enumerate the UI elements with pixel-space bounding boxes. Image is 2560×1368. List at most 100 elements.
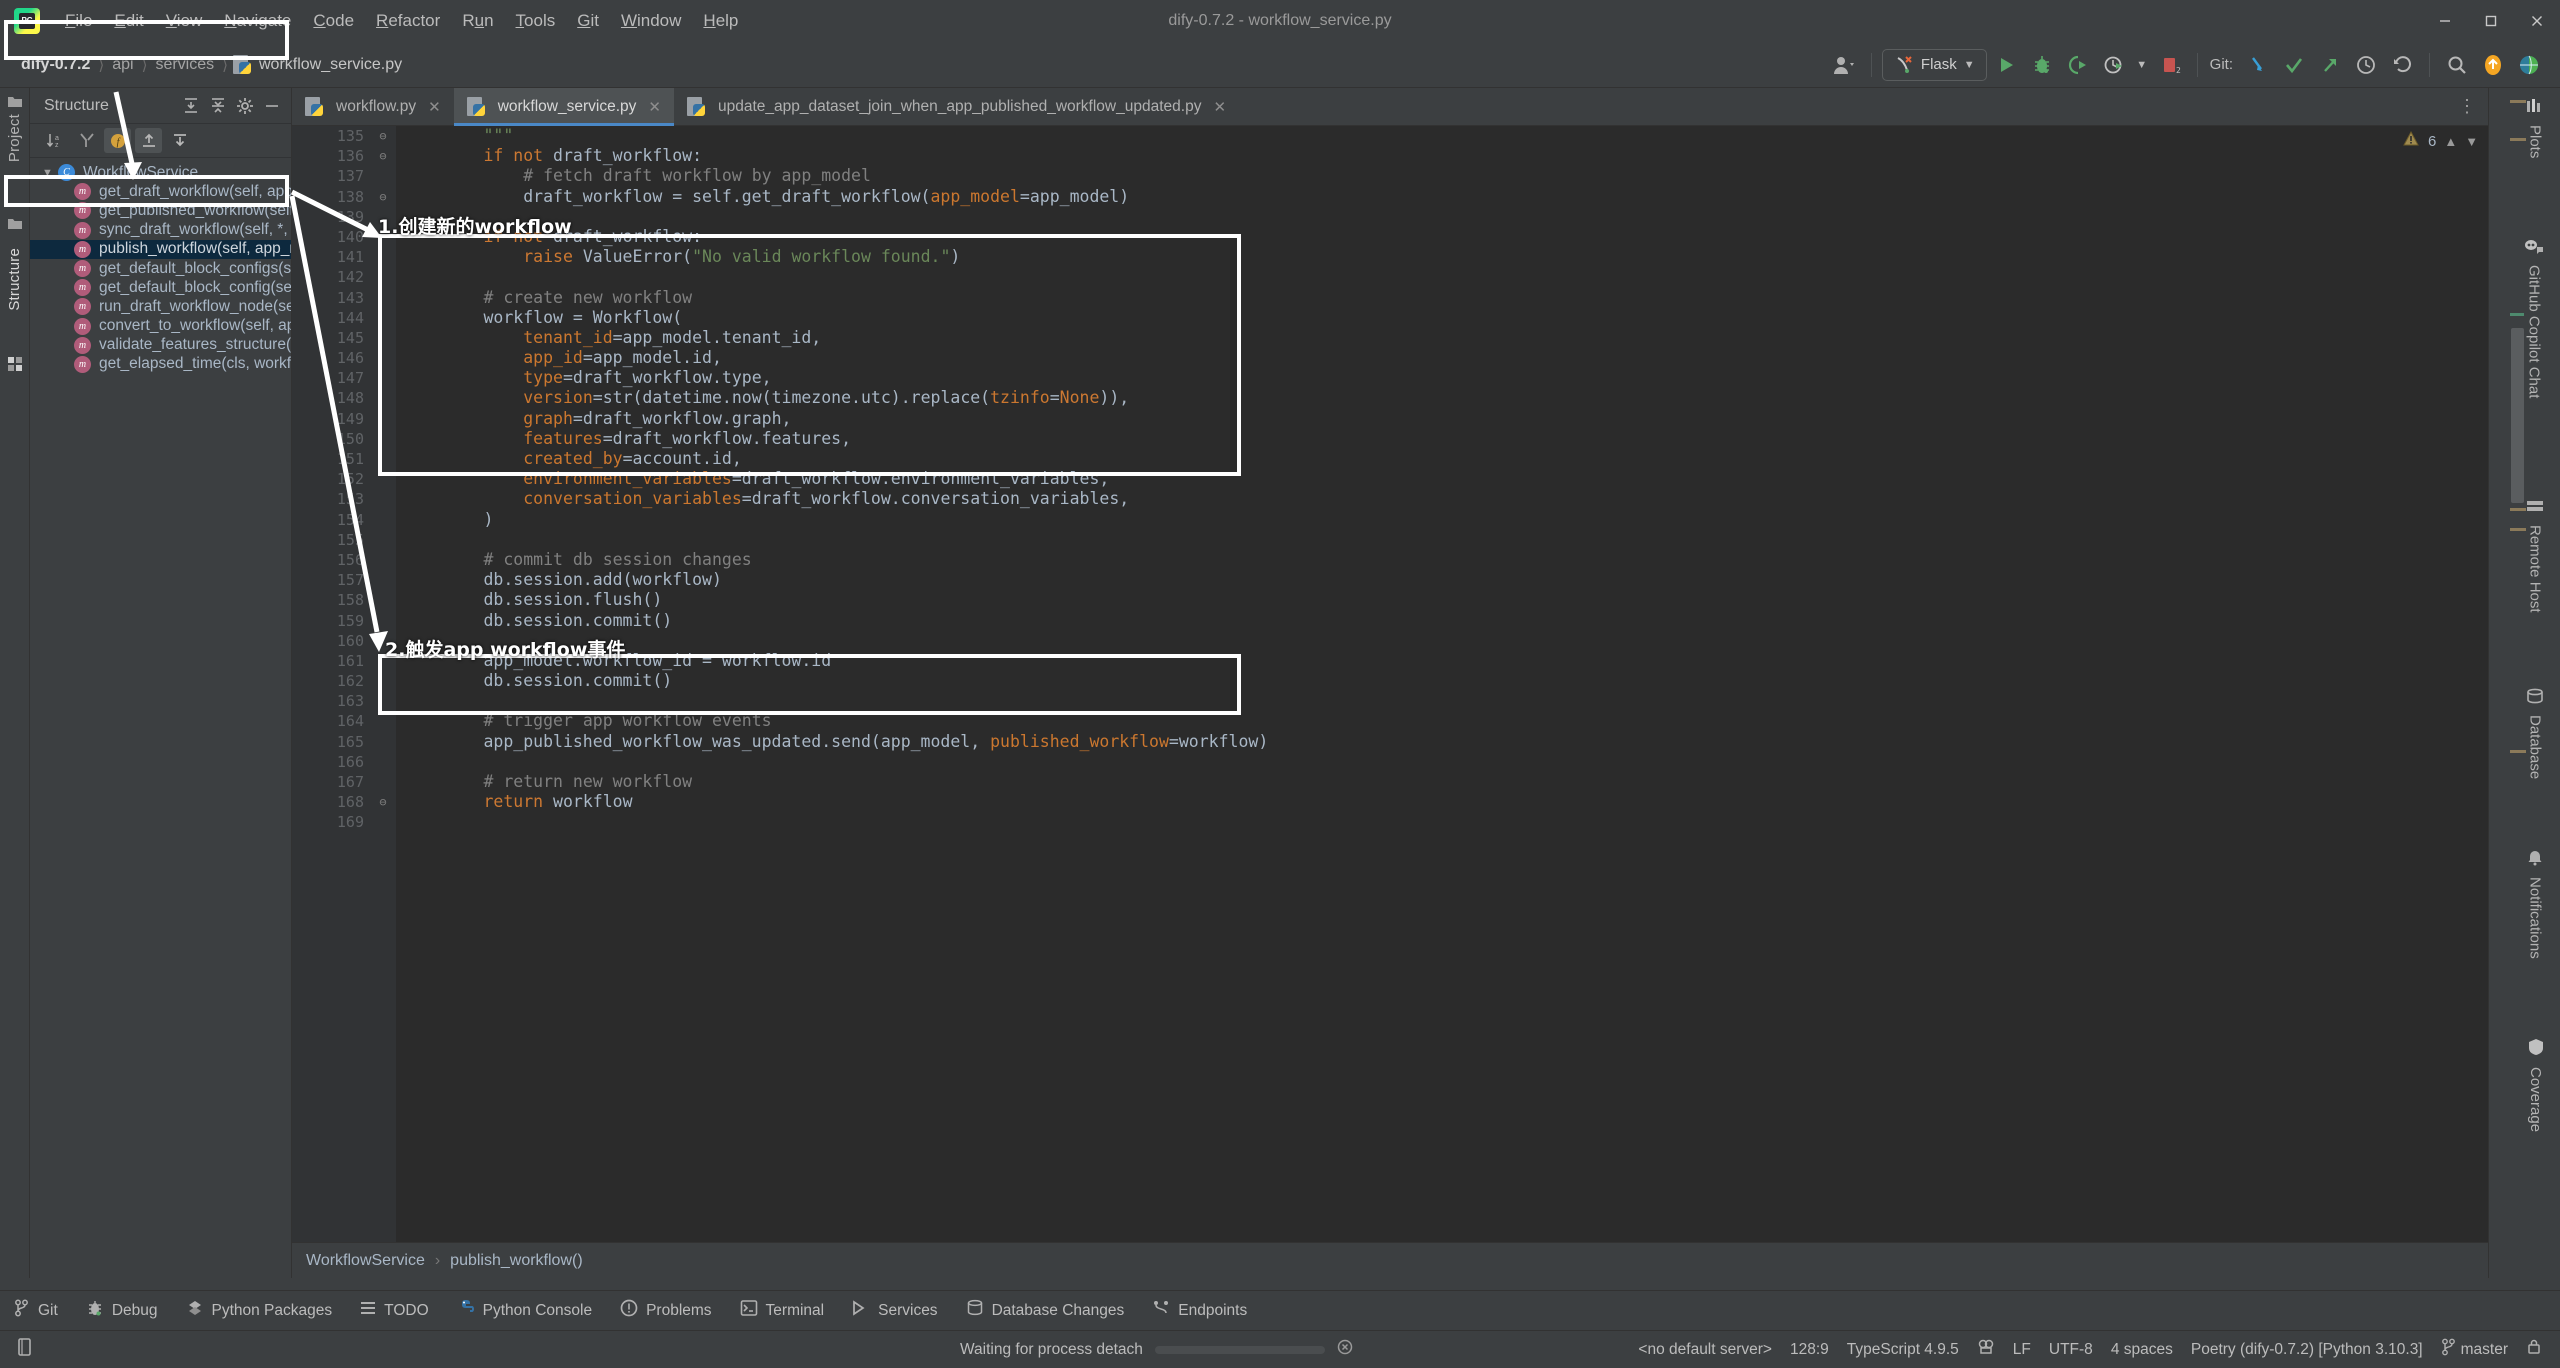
code-line[interactable]: 139: [292, 207, 2488, 227]
git-branch-widget[interactable]: master: [2441, 1338, 2508, 1361]
breadcrumb-root[interactable]: dify-0.7.2: [18, 56, 93, 74]
code-line[interactable]: 162 db.session.commit(): [292, 671, 2488, 691]
right-tab-github-copilot-chat[interactable]: GitHub Copilot Chat: [2524, 238, 2544, 398]
git-history-icon[interactable]: [2349, 48, 2383, 82]
show-fields-icon[interactable]: f: [104, 128, 131, 153]
profiler-icon[interactable]: [2097, 48, 2131, 82]
close-tab-icon[interactable]: ✕: [1213, 98, 1226, 116]
bottom-tab-database-changes[interactable]: Database Changes: [952, 1299, 1139, 1322]
expand-all-icon[interactable]: [179, 94, 203, 118]
menu-navigate[interactable]: Navigate: [213, 8, 302, 34]
bottom-tab-terminal[interactable]: Terminal: [726, 1299, 839, 1322]
structure-node-method[interactable]: m convert_to_workflow(self, app_model, ac: [30, 317, 291, 336]
chevron-down-icon[interactable]: ▼: [42, 167, 56, 179]
code-line[interactable]: 167 # return new workflow: [292, 772, 2488, 792]
indent-setting[interactable]: 4 spaces: [2111, 1341, 2173, 1359]
code-line[interactable]: 169: [292, 812, 2488, 832]
code-line[interactable]: 142: [292, 267, 2488, 287]
navigation-breadcrumb[interactable]: dify-0.7.2 ⟩ api ⟩ services ⟩ workflow_s…: [18, 54, 405, 75]
editor-tab-actions[interactable]: ⋮: [2458, 88, 2488, 125]
bottom-tab-problems[interactable]: Problems: [606, 1299, 725, 1322]
menu-refactor[interactable]: Refactor: [365, 8, 451, 34]
structure-node-method[interactable]: m get_draft_workflow(self, app_model): [30, 182, 291, 201]
structure-node-method[interactable]: m sync_draft_workflow(self, *, app_model,…: [30, 221, 291, 240]
code-line[interactable]: 157 db.session.add(workflow): [292, 570, 2488, 590]
breadcrumb-file[interactable]: workflow_service.py: [256, 56, 405, 74]
run-coverage-icon[interactable]: [2061, 48, 2095, 82]
code-style-icon[interactable]: [1977, 1338, 1995, 1361]
close-tab-icon[interactable]: ✕: [648, 98, 661, 116]
bottom-tab-python-console[interactable]: Python Console: [443, 1299, 606, 1322]
code-line[interactable]: 149 graph=draft_workflow.graph,: [292, 409, 2488, 429]
git-update-icon[interactable]: [2241, 48, 2275, 82]
default-server-status[interactable]: <no default server>: [1638, 1341, 1772, 1359]
code-line[interactable]: 144 workflow = Workflow(: [292, 308, 2488, 328]
code-line[interactable]: 154 ): [292, 510, 2488, 530]
breadcrumb-api[interactable]: api: [109, 56, 136, 74]
code-line[interactable]: 155: [292, 530, 2488, 550]
lock-icon[interactable]: [2526, 1338, 2542, 1361]
show-inherited-icon[interactable]: [135, 128, 162, 153]
code-line[interactable]: 158 db.session.flush(): [292, 590, 2488, 610]
structure-node-class[interactable]: ▼ C WorkflowService: [30, 163, 291, 182]
run-configuration-selector[interactable]: Flask ▼: [1881, 48, 1987, 81]
structure-tree[interactable]: ▼ C WorkflowService m get_draft_workflow(sel…: [30, 158, 291, 374]
right-tab-database[interactable]: Database: [2526, 688, 2544, 779]
right-tab-coverage[interactable]: Coverage: [2527, 1038, 2544, 1132]
chevron-down-icon[interactable]: ▼: [1964, 59, 1975, 71]
code-line[interactable]: 168 ⊖ return workflow: [292, 792, 2488, 812]
structure-node-method[interactable]: m get_default_block_configs(self): [30, 259, 291, 278]
minimize-button[interactable]: [2422, 0, 2468, 42]
menu-code[interactable]: Code: [302, 8, 365, 34]
code-line[interactable]: 150 features=draft_workflow.features,: [292, 429, 2488, 449]
line-separator[interactable]: LF: [2013, 1341, 2031, 1359]
code-lines[interactable]: 135 ⊖ """ 136 ⊖ if not draft_workflow: 137 #…: [292, 126, 2488, 1242]
settings-globe-icon[interactable]: [2512, 48, 2546, 82]
close-tab-icon[interactable]: ✕: [428, 98, 441, 116]
breadcrumb-class[interactable]: WorkflowService: [306, 1252, 425, 1270]
structure-node-method[interactable]: m get_elapsed_time(cls, workflow_run_id): [30, 355, 291, 374]
editor-tab[interactable]: workflow.py ✕: [292, 88, 454, 125]
python-interpreter[interactable]: Poetry (dify-0.7.2) [Python 3.10.3]: [2191, 1341, 2423, 1359]
right-tab-remote-host[interactable]: Remote Host: [2526, 498, 2544, 613]
code-line[interactable]: 147 type=draft_workflow.type,: [292, 368, 2488, 388]
language-version[interactable]: TypeScript 4.9.5: [1847, 1341, 1959, 1359]
menu-run[interactable]: Run: [451, 8, 504, 34]
code-line[interactable]: 146 app_id=app_model.id,: [292, 348, 2488, 368]
git-push-icon[interactable]: [2313, 48, 2347, 82]
cancel-process-icon[interactable]: [1337, 1339, 1353, 1360]
bottom-tab-todo[interactable]: TODO: [346, 1300, 443, 1321]
inspection-status[interactable]: 6 ▲ ▼: [2402, 126, 2488, 156]
right-tab-plots[interactable]: Plots: [2526, 98, 2544, 158]
code-line[interactable]: 159 db.session.commit(): [292, 611, 2488, 631]
hide-panel-icon[interactable]: [260, 94, 284, 118]
menu-help[interactable]: Help: [692, 8, 749, 34]
settings-gear-icon[interactable]: [233, 94, 257, 118]
left-tab-project[interactable]: Project: [6, 114, 23, 162]
collapse-all-icon[interactable]: [206, 94, 230, 118]
code-editor[interactable]: 6 ▲ ▼ 135 ⊖ """ 136 ⊖ if not draft_workflow…: [292, 126, 2488, 1242]
code-line[interactable]: 148 version=str(datetime.now(timezone.ut…: [292, 388, 2488, 408]
stop-icon[interactable]: 2: [2153, 48, 2187, 82]
file-encoding[interactable]: UTF-8: [2049, 1341, 2093, 1359]
show-anonymous-icon[interactable]: [166, 128, 193, 153]
menu-view[interactable]: View: [155, 8, 214, 34]
editor-tab[interactable]: update_app_dataset_join_when_app_publish…: [674, 88, 1239, 125]
code-line[interactable]: 143 # create new workflow: [292, 288, 2488, 308]
menu-git[interactable]: Git: [566, 8, 610, 34]
chevron-down-icon[interactable]: ▼: [2133, 48, 2151, 82]
code-line[interactable]: 164 # trigger app workflow events: [292, 711, 2488, 731]
fold-marker-icon[interactable]: ⊖: [376, 792, 390, 812]
debug-icon[interactable]: [2025, 48, 2059, 82]
code-line[interactable]: 136 ⊖ if not draft_workflow:: [292, 146, 2488, 166]
code-line[interactable]: 137 # fetch draft workflow by app_model: [292, 166, 2488, 186]
bottom-tab-python-packages[interactable]: Python Packages: [172, 1299, 347, 1322]
structure-node-method[interactable]: m publish_workflow(self, app_model, accou: [30, 239, 291, 259]
structure-node-method[interactable]: m run_draft_workflow_node(self, app_mode: [30, 297, 291, 316]
bottom-tab-debug[interactable]: Debug: [72, 1299, 172, 1322]
code-line[interactable]: 153 conversation_variables=draft_workflo…: [292, 489, 2488, 509]
code-line[interactable]: 141 raise ValueError("No valid workflow …: [292, 247, 2488, 267]
more-tabs-icon[interactable]: ⋮: [2458, 96, 2478, 117]
fold-marker-icon[interactable]: ⊖: [376, 187, 390, 207]
prev-problem-icon[interactable]: ▲: [2444, 134, 2457, 149]
